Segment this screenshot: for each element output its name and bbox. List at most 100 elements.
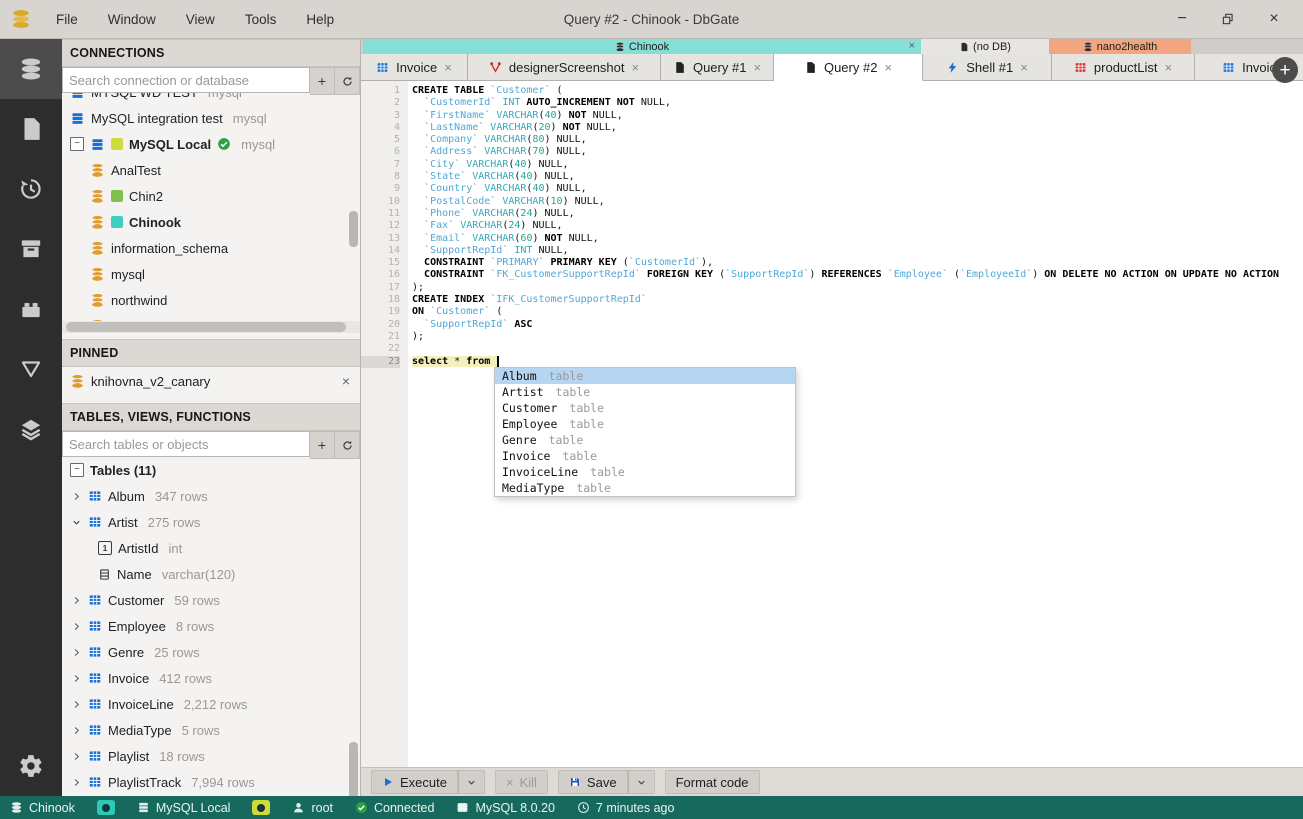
connection-color-badge[interactable] <box>252 800 271 815</box>
close-tab-icon[interactable]: × <box>1165 60 1173 75</box>
chevron-right-icon[interactable] <box>70 777 82 788</box>
activity-filter-icon[interactable] <box>0 339 62 399</box>
database-item[interactable]: Chin2 <box>62 183 360 209</box>
tab-group-chinook[interactable]: Chinook × <box>363 39 921 54</box>
activity-archive-icon[interactable] <box>0 219 62 279</box>
add-connection-button[interactable]: + <box>310 67 335 95</box>
table-item[interactable]: Customer 59 rows <box>62 587 360 613</box>
table-item[interactable]: Invoice 412 rows <box>62 665 360 691</box>
autocomplete-item-invoice[interactable]: Invoice table <box>495 448 795 464</box>
activity-file-icon[interactable] <box>0 99 62 159</box>
table-item[interactable]: Playlist 18 rows <box>62 743 360 769</box>
collapse-icon[interactable]: − <box>70 463 84 477</box>
tab-query--1[interactable]: Query #1 × <box>661 54 774 81</box>
format-code-button[interactable]: Format code <box>664 770 760 794</box>
activity-settings-icon[interactable] <box>0 736 62 796</box>
connection-item[interactable]: MYSQL WD TEST mysql <box>62 93 360 105</box>
activity-layers-icon[interactable] <box>0 399 62 459</box>
save-button[interactable]: Save <box>557 770 628 794</box>
chevron-right-icon[interactable] <box>70 595 82 606</box>
database-item[interactable]: northwind <box>62 287 360 313</box>
tables-search-input[interactable] <box>62 431 310 457</box>
autocomplete-item-employee[interactable]: Employee table <box>495 416 795 432</box>
tab-invoice[interactable]: Invoice × <box>361 54 468 81</box>
execute-options-button[interactable] <box>457 770 485 794</box>
kill-button[interactable]: × Kill <box>494 770 548 794</box>
close-group-icon[interactable]: × <box>909 41 915 52</box>
chevron-right-icon[interactable] <box>70 725 82 736</box>
connection-item[interactable]: MySQL integration test mysql <box>62 105 360 131</box>
table-item[interactable]: MediaType 5 rows <box>62 717 360 743</box>
tab-productlist[interactable]: productList × <box>1052 54 1195 81</box>
restore-button[interactable] <box>1217 8 1239 30</box>
table-item[interactable]: InvoiceLine 2,212 rows <box>62 691 360 717</box>
connection-color-badge[interactable] <box>96 800 115 815</box>
table-item[interactable]: Employee 8 rows <box>62 613 360 639</box>
suggestion-kind: table <box>576 481 611 495</box>
menu-view[interactable]: View <box>186 12 215 27</box>
connections-vscrollbar-thumb[interactable] <box>349 211 358 247</box>
new-tab-button[interactable]: + <box>1272 57 1298 83</box>
chevron-right-icon[interactable] <box>70 673 82 684</box>
database-item[interactable]: AnalTest <box>62 157 360 183</box>
database-item[interactable]: information_schema <box>62 235 360 261</box>
chevron-right-icon[interactable] <box>70 491 82 502</box>
refresh-tables-button[interactable] <box>335 431 360 459</box>
autocomplete-item-album[interactable]: Album table <box>495 368 795 384</box>
chevron-right-icon[interactable] <box>70 751 82 762</box>
tab-designerscreenshot[interactable]: designerScreenshot × <box>468 54 661 81</box>
refresh-connections-button[interactable] <box>335 67 360 95</box>
connections-search-input[interactable] <box>62 67 310 93</box>
status-mysql-local[interactable]: MySQL Local <box>137 801 230 815</box>
activity-plugins-icon[interactable] <box>0 279 62 339</box>
menu-help[interactable]: Help <box>306 12 334 27</box>
database-item[interactable]: Chinook <box>62 209 360 235</box>
database-item[interactable]: mysql <box>62 261 360 287</box>
chevron-right-icon[interactable] <box>70 699 82 710</box>
activity-database-icon[interactable] <box>0 39 62 99</box>
close-tab-icon[interactable]: × <box>753 60 761 75</box>
add-table-button[interactable]: + <box>310 431 335 459</box>
chevron-right-icon[interactable] <box>70 621 82 632</box>
table-item[interactable]: Genre 25 rows <box>62 639 360 665</box>
unpin-icon[interactable]: × <box>342 373 350 389</box>
close-tab-icon[interactable]: × <box>632 60 640 75</box>
hscrollbar-thumb[interactable] <box>66 322 346 332</box>
save-options-button[interactable] <box>627 770 655 794</box>
tab-shell--1[interactable]: Shell #1 × <box>923 54 1052 81</box>
menu-tools[interactable]: Tools <box>245 12 277 27</box>
close-tab-icon[interactable]: × <box>1020 60 1028 75</box>
close-tab-icon[interactable]: × <box>444 60 452 75</box>
status-chinook[interactable]: Chinook <box>10 801 75 815</box>
menu-file[interactable]: File <box>56 12 78 27</box>
menu-window[interactable]: Window <box>108 12 156 27</box>
table-item[interactable]: Artist 275 rows <box>62 509 360 535</box>
table-item[interactable]: Album 347 rows <box>62 483 360 509</box>
column-item[interactable]: 1 ArtistId int <box>62 535 360 561</box>
sql-editor[interactable]: 1 2 3 4 5 6 7 8 9 10 11 12 13 14 15 16 17 18 19 20 21 22 23 CR… <box>361 81 1303 767</box>
tables-vscrollbar-thumb[interactable] <box>349 742 358 796</box>
autocomplete-item-mediatype[interactable]: MediaType table <box>495 480 795 496</box>
activity-history-icon[interactable] <box>0 159 62 219</box>
chevron-right-icon[interactable] <box>70 647 82 658</box>
tab-group-nodb[interactable]: (no DB) <box>921 39 1049 54</box>
minimize-button[interactable]: − <box>1171 8 1193 30</box>
autocomplete-item-genre[interactable]: Genre table <box>495 432 795 448</box>
autocomplete-item-customer[interactable]: Customer table <box>495 400 795 416</box>
column-item[interactable]: Name varchar(120) <box>62 561 360 587</box>
collapse-icon[interactable]: − <box>70 137 84 151</box>
close-button[interactable]: × <box>1263 8 1285 30</box>
connection-item[interactable]: − MySQL Local mysql <box>62 131 360 157</box>
execute-button[interactable]: Execute <box>371 770 458 794</box>
close-tab-icon[interactable]: × <box>884 60 892 75</box>
tab-group-nano2health[interactable]: nano2health <box>1049 39 1191 54</box>
tables-root[interactable]: − Tables (11) <box>62 457 360 483</box>
suggestion-kind: table <box>555 385 591 399</box>
table-item[interactable]: PlaylistTrack 7,994 rows <box>62 769 360 795</box>
tab-query--2[interactable]: Query #2 × <box>774 54 923 81</box>
autocomplete-item-artist[interactable]: Artist table <box>495 384 795 400</box>
autocomplete-item-invoiceline[interactable]: InvoiceLine table <box>495 464 795 480</box>
database-item[interactable] <box>62 313 360 321</box>
chevron-down-icon[interactable] <box>70 517 82 528</box>
pinned-item[interactable]: knihovna_v2_canary × <box>62 367 360 395</box>
